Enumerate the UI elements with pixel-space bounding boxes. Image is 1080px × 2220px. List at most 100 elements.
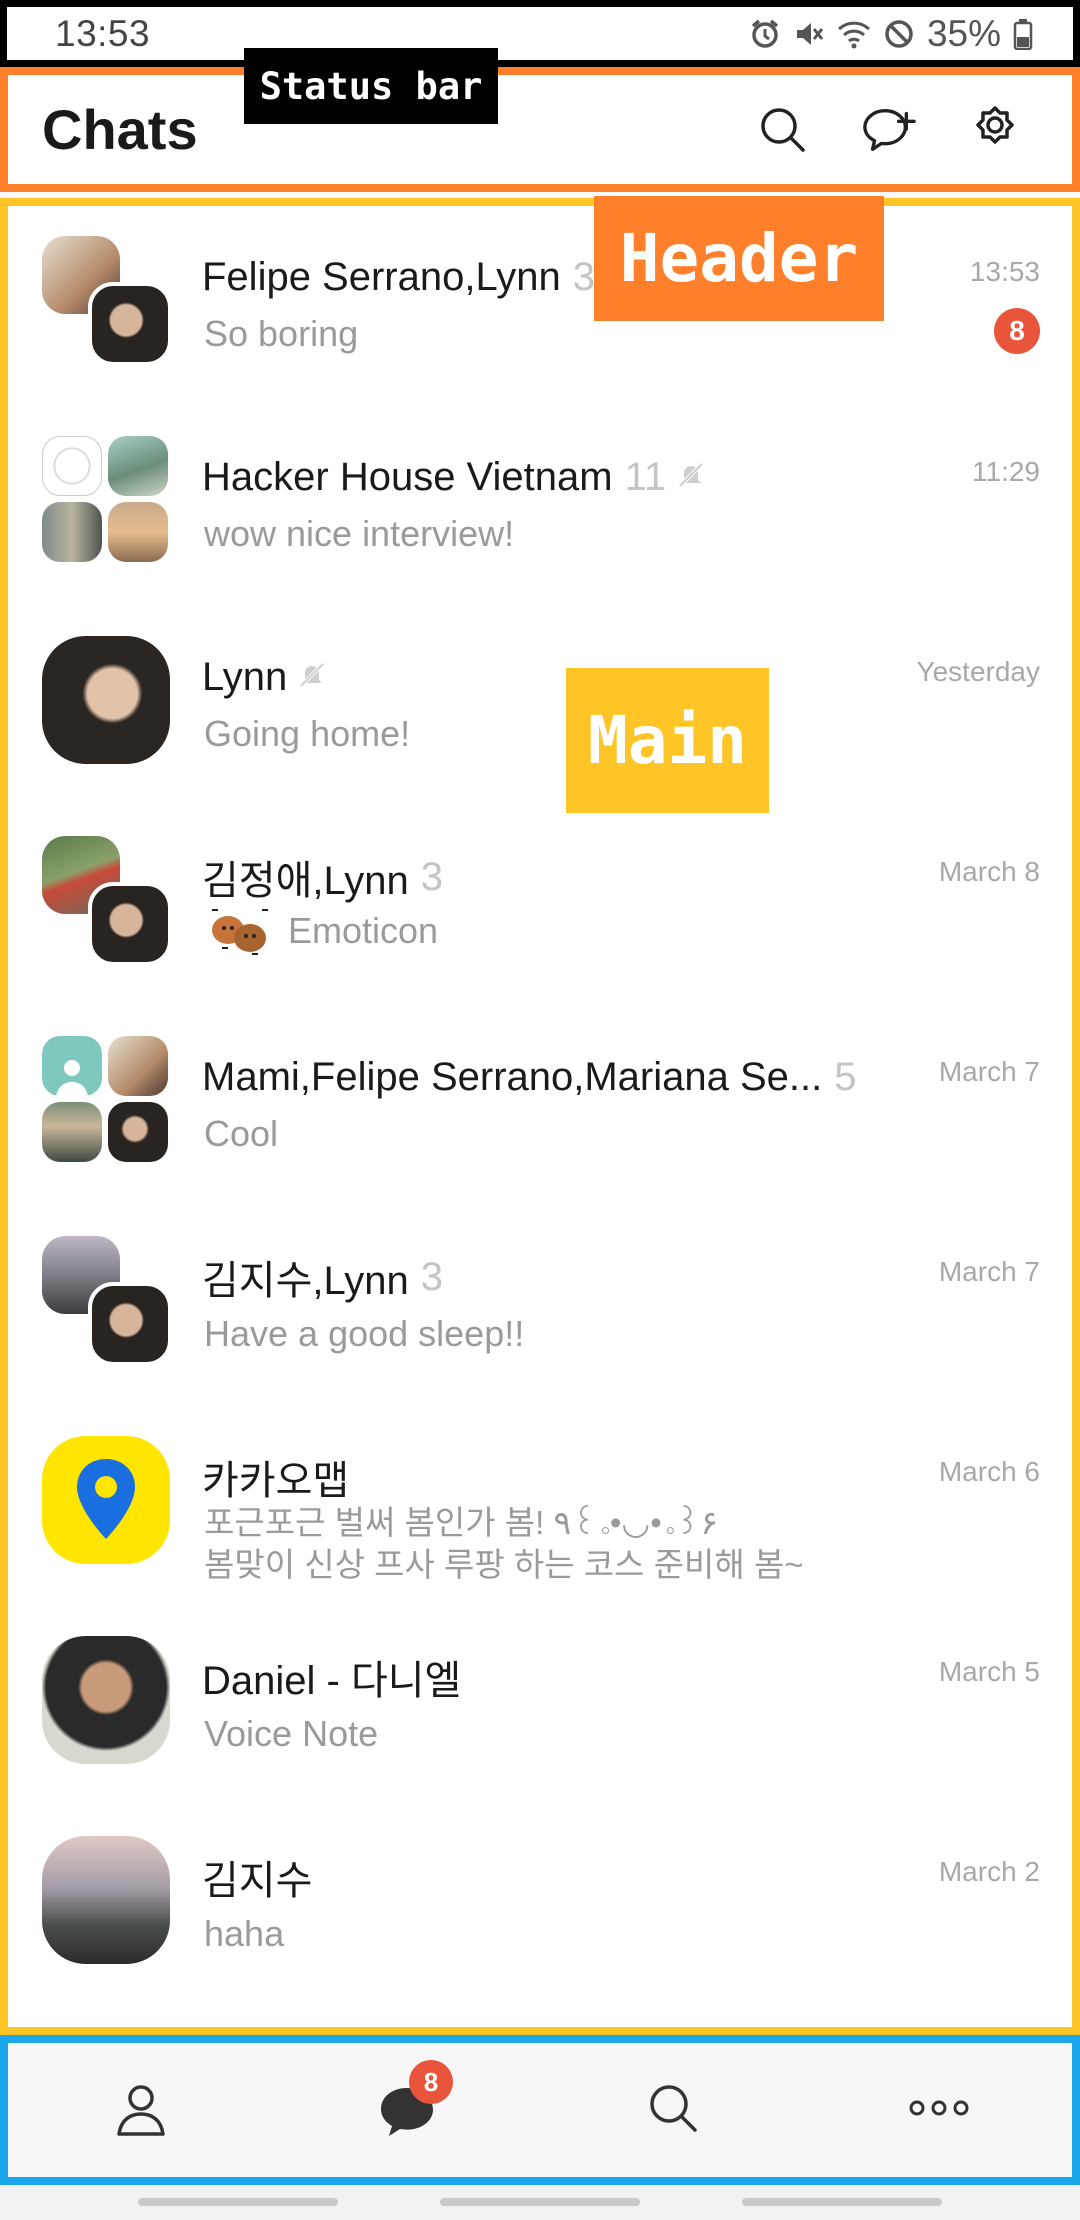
header: Chats [0,67,1080,192]
gesture-navigation-bar [0,2185,1080,2220]
chat-preview: Going home! [204,713,411,754]
chat-time: 13:53 [969,256,1040,287]
muted-bell-icon [297,660,327,695]
avatar-photo [108,436,168,496]
avatar [42,1036,170,1164]
nav-friends[interactable] [81,2060,201,2160]
kakaomap-logo-icon [42,1436,170,1564]
chat-preview: wow nice interview! [204,513,515,554]
status-icons: 35% [749,13,1033,55]
avatar [42,1636,170,1764]
avatar-photo [42,636,170,764]
chat-item[interactable]: Hacker House Vietnam 11 wow nice intervi… [8,406,1072,606]
chat-item[interactable]: Lynn Going home! Yesterday [8,606,1072,806]
avatar [42,236,172,366]
chat-item[interactable]: 김지수,Lynn 3 Have a good sleep!! March 7 [8,1206,1072,1406]
chat-item[interactable]: 김정애,Lynn 3 Emoticon March 8 [8,806,1072,1006]
avatar [42,1236,172,1366]
chat-name: Mami,Felipe Serrano,Mariana Se... [202,1054,823,1099]
avatar-photo [42,436,102,496]
avatar-photo [42,1836,170,1964]
chat-preview: 포근포근 벌써 봄인가 봄! ٩꒰｡•◡•｡꒱۶ 봄맞이 신상 프사 루팡 하는… [204,1502,904,1586]
avatar [42,836,172,966]
chat-list-area: Felipe Serrano,Lynn 3 So boring 13:53 8 … [0,198,1080,2035]
avatar-photo [108,1102,168,1162]
member-count: 3 [420,1254,444,1299]
chat-time: March 5 [938,1656,1040,1687]
mute-icon [793,18,825,50]
member-count: 5 [834,1054,857,1099]
chat-time: March 7 [938,1256,1040,1287]
chat-name: Hacker House Vietnam [202,454,613,499]
chat-time: Yesterday [916,656,1041,687]
wifi-icon [837,18,871,50]
member-count: 3 [420,854,444,899]
nav-more[interactable] [879,2060,999,2160]
chat-item[interactable]: 카카오맵 포근포근 벌써 봄인가 봄! ٩꒰｡•◡•｡꒱۶ 봄맞이 신상 프사 … [8,1406,1072,1606]
chat-time: March 7 [938,1056,1040,1087]
avatar-photo [42,502,102,562]
chat-time: March 6 [938,1456,1040,1487]
avatar [42,1436,170,1564]
gesture-pill[interactable] [440,2198,640,2206]
page-title: Chats [42,98,198,161]
chat-preview: Emoticon [204,900,904,962]
bottom-nav: 8 [0,2035,1080,2185]
chat-preview: Cool [204,1113,279,1154]
chat-time: March 2 [938,1856,1040,1887]
annotation-label-status-bar: Status bar [244,48,498,124]
chat-preview: Voice Note [204,1713,379,1754]
unread-badge: 8 [994,308,1040,354]
default-avatar-icon [42,1036,102,1096]
avatar-photo [88,882,172,966]
chat-item[interactable]: Felipe Serrano,Lynn 3 So boring 13:53 8 [8,206,1072,406]
status-time: 13:53 [55,12,151,54]
chat-name: Felipe Serrano,Lynn [202,254,561,299]
chats-unread-badge: 8 [409,2060,453,2104]
alarm-icon [749,18,781,50]
header-actions [756,103,1022,157]
avatar [42,1836,170,1964]
search-icon[interactable] [756,103,810,157]
chat-item[interactable]: Daniel - 다니엘 Voice Note March 5 [8,1606,1072,1806]
search-icon [645,2080,701,2141]
chat-item[interactable]: Mami,Felipe Serrano,Mariana Se... 5 Cool… [8,1006,1072,1206]
gesture-pill[interactable] [138,2198,338,2206]
chat-name: 김지수 [202,1859,313,1903]
avatar [42,636,170,764]
annotation-label-main: Main [566,668,769,813]
chat-item[interactable]: 김지수 haha March 2 [8,1806,1072,2006]
avatar-photo [88,1282,172,1366]
chat-name: 김정애,Lynn [202,859,409,903]
chat-time: March 8 [938,856,1040,887]
chats-screen: 13:53 35% Chats Felipe Serrano,Lynn 3 So… [0,0,1080,2220]
chat-name: Daniel - 다니엘 [202,1659,462,1703]
battery-text: 35% [926,12,1001,54]
battery-icon [1013,18,1033,50]
muted-bell-icon [676,460,706,495]
nav-chats[interactable]: 8 [347,2060,467,2160]
new-chat-icon[interactable] [862,103,916,157]
member-count: 11 [624,454,667,499]
chat-name: 카카오맵 [202,1459,350,1503]
avatar [42,436,170,564]
avatar-photo [42,1102,102,1162]
gesture-pill[interactable] [742,2198,942,2206]
annotation-label-header: Header [594,196,884,321]
chat-preview: Have a good sleep!! [204,1313,525,1354]
avatar-photo [108,502,168,562]
avatar-photo [108,1036,168,1096]
avatar-photo [42,1636,170,1764]
preview-line: 포근포근 벌써 봄인가 봄! ٩꒰｡•◡•｡꒱۶ [204,1504,719,1541]
member-count: 3 [572,254,595,299]
dnd-icon [883,18,915,50]
settings-icon[interactable] [968,103,1022,157]
avatar-photo [88,282,172,366]
preview-text: Emoticon [288,910,439,951]
chat-name: 김지수,Lynn [202,1259,409,1303]
nav-search[interactable] [613,2060,733,2160]
chat-name: Lynn [202,654,288,699]
preview-line: 봄맞이 신상 프사 루팡 하는 코스 준비해 봄~ [204,1546,804,1583]
chat-time: 11:29 [972,456,1040,487]
friends-icon [111,2078,171,2143]
